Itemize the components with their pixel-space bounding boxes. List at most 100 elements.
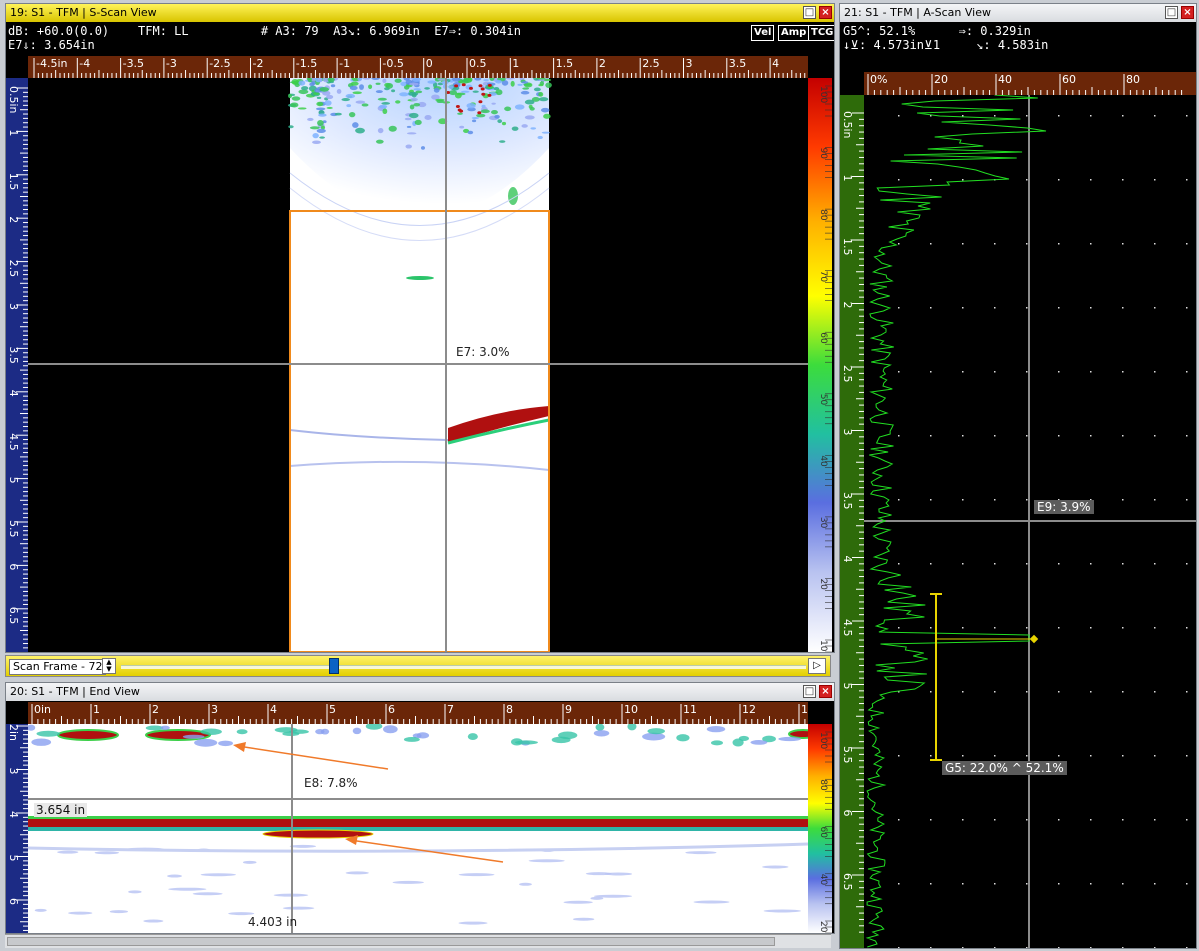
ascan-titlebar[interactable]: 21: S1 - TFM | A-Scan View □ × (840, 4, 1196, 22)
ruler-tick-label: 5 (7, 855, 20, 862)
endview-image[interactable]: E8: 7.8% 3.654 in 4.403 in (28, 724, 808, 933)
ascan-title: 21: S1 - TFM | A-Scan View (844, 6, 991, 19)
endview-scrollbar-thumb[interactable] (7, 937, 775, 946)
sscan-y-ticks: 0.5in 1 1.5 2 2.5 3 3.5 4 4.5 5 5.5 6 6.5 (7, 86, 28, 649)
endview-restore-button[interactable]: □ (803, 685, 816, 698)
endview-depth-label: 3.654 in (34, 803, 88, 817)
ruler-tick-label: 2 (7, 216, 20, 223)
ruler-tick-label: 0 (426, 57, 433, 70)
ruler-tick-label: 2 (599, 57, 606, 70)
ruler-tick-label: 1 (93, 703, 100, 716)
sscan-image[interactable]: E7: 3.0% (28, 78, 808, 652)
ruler-tick-label: -3 (166, 57, 177, 70)
ruler-tick-label: 6 (841, 810, 854, 817)
ascan-window[interactable]: 21: S1 - TFM | A-Scan View □ × G5^: 52.1… (839, 3, 1197, 949)
ruler-tick-label: -2.5 (209, 57, 230, 70)
ruler-tick-label: 3 (211, 703, 218, 716)
ruler-tick-label: 3 (686, 57, 693, 70)
ascan-close-button[interactable]: × (1181, 6, 1194, 19)
annotation-arrow-1 (237, 745, 389, 770)
ruler-tick-label: 1 (512, 57, 519, 70)
gate-peak-marker (1029, 634, 1039, 644)
ruler-tick-label: 6.5 (841, 873, 854, 891)
ruler-tick-label: 1.5 (841, 238, 854, 256)
endview-color-palette[interactable]: 100 80 60 40 20% (808, 724, 832, 933)
ruler-tick-label: -3.5 (123, 57, 144, 70)
scan-frame-slider[interactable] (121, 665, 806, 669)
sscan-horizontal-ruler[interactable]: -4.5in -4 -3.5 -3 -2.5 -2 -1.5 -1 -0.5 0 0.5 1 1.5 2 2… (28, 56, 808, 78)
ascan-plot-area[interactable]: E9: 3.9% G5: 22.0% ^ 52.1% (864, 95, 1196, 948)
sscan-window[interactable]: 19: S1 - TFM | S-Scan View □ × dB: +60.0… (5, 3, 835, 653)
sscan-restore-button[interactable]: □ (803, 6, 816, 19)
ascan-info-line1: G5^: 52.1% ⇒: 0.329in (843, 24, 1031, 38)
sscan-plot (28, 78, 808, 652)
palette-label: 100 (818, 732, 828, 749)
ruler-tick-label: 2.5 (642, 57, 660, 70)
ascan-cursor-label: E9: 3.9% (1034, 500, 1094, 514)
ruler-tick-label: 3 (841, 429, 854, 436)
ruler-tick-label: 40 (998, 73, 1012, 86)
endview-vertical-ruler[interactable]: 2in 3 4 5 6 (6, 724, 28, 933)
ruler-tick-label: 1.5 (556, 57, 574, 70)
sscan-cursor-label: E7: 3.0% (456, 345, 510, 359)
ascan-restore-button[interactable]: □ (1165, 6, 1178, 19)
ruler-tick-label: 0in (34, 703, 51, 716)
ruler-tick-label: 1 (841, 175, 854, 182)
ascan-vertical-ruler[interactable]: 0.5in 1 1.5 2 2.5 3 3.5 4 4.5 5 5.5 6 6.5 (840, 95, 864, 948)
endview-horizontal-scrollbar[interactable] (5, 934, 831, 948)
ascan-horizontal-ruler[interactable]: 0% 20 40 60 80 (864, 72, 1196, 95)
ruler-tick-label: 6 (7, 898, 20, 905)
amp-button[interactable]: Amp (778, 25, 810, 41)
sscan-info-line1: dB: +60.0(0.0) TFM: LL # A3: 79 A3↘: 6.9… (8, 24, 521, 38)
ruler-tick-label: 3 (7, 303, 20, 310)
ruler-tick-label: 1 (801, 703, 808, 716)
gate-g5 (930, 593, 1034, 761)
endview-x-ticks: 0in 1 2 3 4 5 6 7 8 9 10 11 12 1 (31, 703, 808, 724)
ruler-tick-label: 3.5 (7, 346, 20, 364)
ruler-tick-label: 3 (7, 768, 20, 775)
scan-frame-spinner[interactable]: ▲ ▼ (102, 658, 116, 674)
ruler-tick-label: -1 (339, 57, 350, 70)
sscan-title: 19: S1 - TFM | S-Scan View (10, 6, 157, 19)
ruler-tick-label: 6.5 (7, 607, 20, 625)
ascan-gate-label: G5: 22.0% ^ 52.1% (942, 761, 1067, 775)
sscan-vertical-ruler[interactable]: 0.5in 1 1.5 2 2.5 3 3.5 4 4.5 5 5.5 6 6.5 (6, 78, 28, 652)
scan-frame-slider-thumb[interactable] (329, 658, 339, 674)
sscan-color-palette[interactable]: 100 90 80 70 60 50 40 30 20 10% (808, 78, 832, 652)
ruler-tick-label: 2 (841, 302, 854, 309)
ruler-tick-label: 4 (7, 811, 20, 818)
ruler-tick-label: 11 (683, 703, 697, 716)
ruler-tick-label: 12 (742, 703, 756, 716)
ruler-tick-label: 7 (447, 703, 454, 716)
sscan-titlebar[interactable]: 19: S1 - TFM | S-Scan View □ × (6, 4, 834, 22)
ascan-x-ticks: 0% 20 40 60 80 (867, 73, 1183, 95)
ruler-tick-label: 8 (506, 703, 513, 716)
ascan-plot (864, 95, 1196, 948)
ruler-tick-label: 4.5 (841, 619, 854, 637)
endview-close-button[interactable]: × (819, 685, 832, 698)
ruler-tick-label: 4 (270, 703, 277, 716)
ruler-tick-label: 0.5in (7, 86, 20, 114)
endview-window[interactable]: 20: S1 - TFM | End View □ × 0in 1 2 3 4 5 6 7 8 9… (5, 682, 835, 934)
ruler-tick-label: 5 (7, 477, 20, 484)
ruler-tick-label: 20 (934, 73, 948, 86)
ruler-tick-label: -4 (79, 57, 90, 70)
spin-down-icon[interactable]: ▼ (103, 666, 115, 673)
sscan-close-button[interactable]: × (819, 6, 832, 19)
ruler-tick-label: 0.5 (469, 57, 487, 70)
ruler-tick-label: 4 (7, 390, 20, 397)
vel-button[interactable]: Vel (751, 25, 775, 41)
ruler-tick-label: 3.5 (841, 492, 854, 510)
tcg-button[interactable]: TCG (808, 25, 834, 41)
ruler-tick-label: 3.5 (729, 57, 747, 70)
play-button[interactable]: ▷ (808, 658, 826, 674)
ruler-tick-label: 5 (329, 703, 336, 716)
scan-frame-bar[interactable]: Scan Frame - 72 ▲ ▼ ▷ (5, 655, 831, 677)
ruler-tick-label: 2.5 (841, 365, 854, 383)
endview-horizontal-ruler[interactable]: 0in 1 2 3 4 5 6 7 8 9 10 11 12 1 (28, 702, 808, 724)
ruler-tick-label: 4.5 (7, 433, 20, 451)
ruler-tick-label: 6 (388, 703, 395, 716)
endview-titlebar[interactable]: 20: S1 - TFM | End View □ × (6, 683, 834, 701)
ascan-info-line2: ↓⊻: 4.573in⊻1 ↘: 4.583in (843, 38, 1049, 52)
scan-frame-label: Scan Frame - 72 (9, 659, 107, 675)
